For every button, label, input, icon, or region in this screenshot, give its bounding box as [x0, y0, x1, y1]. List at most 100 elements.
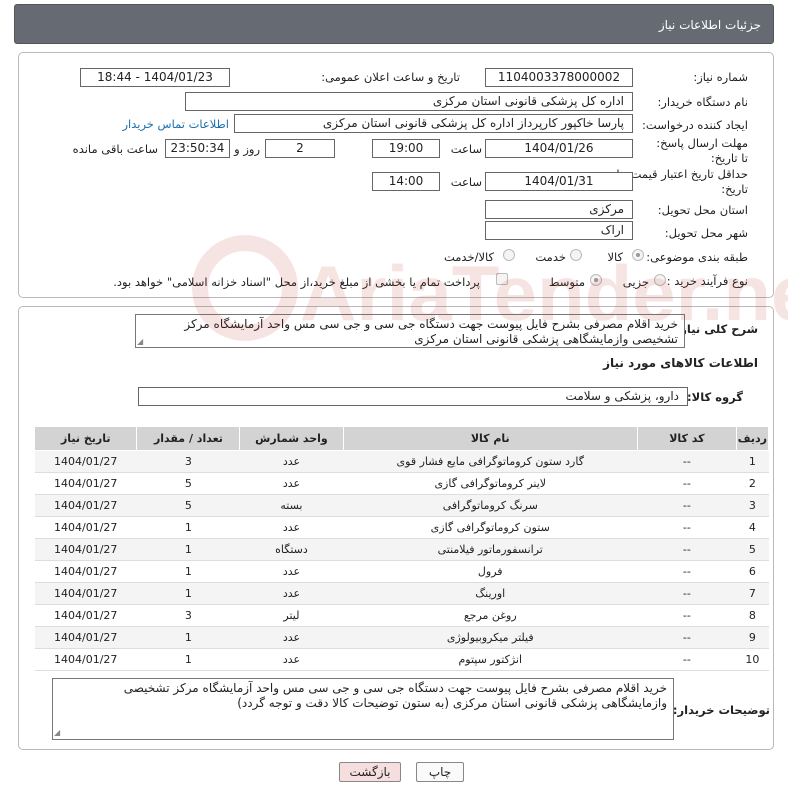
cell-quantity: 1: [136, 582, 240, 605]
cell-unit: عدد: [239, 560, 344, 583]
deadline-date-field: 1404/01/26: [485, 139, 633, 158]
cell-unit: عدد: [239, 582, 344, 605]
category-radio-service[interactable]: [570, 249, 582, 261]
need-number-label: شماره نیاز:: [693, 70, 748, 84]
treasury-payment-checkbox[interactable]: [496, 273, 508, 285]
cell-item-code: --: [637, 516, 737, 539]
cell-item-code: --: [637, 626, 737, 649]
cell-quantity: 1: [136, 538, 240, 561]
cell-row-number: 4: [736, 516, 769, 539]
table-row[interactable]: 6 -- فرول عدد 1 1404/01/27: [34, 560, 769, 583]
cell-unit: عدد: [239, 648, 344, 671]
table-row[interactable]: 7 -- اورینگ عدد 1 1404/01/27: [34, 582, 769, 605]
cell-unit: بسته: [239, 494, 344, 517]
goods-section-title: اطلاعات کالاهای مورد نیاز: [603, 356, 758, 370]
category-radio-goods-service[interactable]: [503, 249, 515, 261]
cell-item-code: --: [637, 604, 737, 627]
buyer-org-label: نام دستگاه خریدار:: [657, 95, 748, 109]
remaining-days-field: 2: [265, 139, 335, 158]
table-row[interactable]: 3 -- سرنگ کروماتوگرافی بسته 5 1404/01/27: [34, 494, 769, 517]
cell-item-code: --: [637, 582, 737, 605]
buyer-contact-link[interactable]: اطلاعات تماس خریدار: [122, 117, 229, 131]
cell-need-date: 1404/01/27: [34, 450, 137, 473]
cell-quantity: 3: [136, 604, 240, 627]
treasury-payment-note: پرداخت تمام یا بخشی از مبلغ خرید،از محل …: [113, 275, 480, 289]
goods-group-label: گروه کالا:: [687, 390, 743, 404]
goods-group-field: دارو، پزشکی و سلامت: [138, 387, 688, 406]
cell-item-name: سرنگ کروماتوگرافی: [343, 494, 638, 517]
cell-need-date: 1404/01/27: [34, 538, 137, 561]
cell-row-number: 9: [736, 626, 769, 649]
cell-need-date: 1404/01/27: [34, 582, 137, 605]
page-title: جزئیات اطلاعات نیاز: [14, 4, 774, 44]
column-row-number: ردیف: [735, 426, 770, 451]
buyer-notes-textarea[interactable]: خرید اقلام مصرفی بشرح فایل پیوست جهت دست…: [52, 678, 674, 740]
cell-unit: لیتر: [239, 604, 344, 627]
category-radio-goods[interactable]: [632, 249, 644, 261]
delivery-city-label: شهر محل تحویل:: [664, 226, 748, 240]
cell-item-name: فرول: [343, 560, 638, 583]
deadline-time-field: 19:00: [372, 139, 440, 158]
process-option-minor: جزیی: [622, 275, 649, 289]
cell-item-name: ترانسفورماتور فیلامنتی: [343, 538, 638, 561]
table-row[interactable]: 9 -- فیلتر میکروبیولوژی عدد 1 1404/01/27: [34, 626, 769, 649]
cell-row-number: 1: [736, 450, 769, 473]
deadline-time-label: ساعت: [450, 142, 482, 156]
cell-item-code: --: [637, 538, 737, 561]
notes-resize-grip-icon[interactable]: ◢: [54, 728, 60, 795]
column-item-name: نام کالا: [342, 426, 638, 451]
description-label: شرح کلی نیاز:: [675, 322, 758, 336]
table-row[interactable]: 10 -- انژکتور سپتوم عدد 1 1404/01/27: [34, 648, 769, 671]
category-option-service: خدمت: [535, 250, 566, 264]
table-row[interactable]: 4 -- ستون کروماتوگرافی گازی عدد 1 1404/01/27: [34, 516, 769, 539]
cell-need-date: 1404/01/27: [34, 494, 137, 517]
cell-need-date: 1404/01/27: [34, 648, 137, 671]
delivery-city-field: اراک: [485, 221, 633, 240]
announce-date-field: 1404/01/23 - 18:44: [80, 68, 230, 87]
cell-item-name: ستون کروماتوگرافی گازی: [343, 516, 638, 539]
cell-row-number: 7: [736, 582, 769, 605]
remaining-time-field: 23:50:34: [165, 139, 230, 158]
column-unit: واحد شمارش: [239, 426, 344, 451]
deadline-label: مهلت ارسال پاسخ: تا تاریخ:: [656, 136, 748, 165]
process-radio-medium[interactable]: [590, 274, 602, 286]
table-row[interactable]: 2 -- لاینر کروماتوگرافی گازی عدد 5 1404/01/27: [34, 472, 769, 495]
cell-quantity: 1: [136, 626, 240, 649]
column-quantity: تعداد / مقدار: [136, 426, 241, 451]
print-button[interactable]: چاپ: [416, 762, 464, 782]
back-button[interactable]: بازگشت: [339, 762, 401, 782]
category-option-goods-service: کالا/خدمت: [443, 250, 494, 264]
cell-row-number: 3: [736, 494, 769, 517]
goods-table: ردیف کد کالا نام کالا واحد شمارش تعداد /…: [33, 426, 770, 671]
table-row[interactable]: 1 -- گارد ستون کروماتوگرافی مایع فشار قوی ع…: [34, 450, 769, 473]
cell-item-name: گارد ستون کروماتوگرافی مایع فشار قوی: [343, 450, 638, 473]
cell-item-name: انژکتور سپتوم: [343, 648, 638, 671]
table-row[interactable]: 5 -- ترانسفورماتور فیلامنتی دستگاه 1 1404/01/…: [34, 538, 769, 561]
category-option-goods: کالا: [607, 250, 623, 264]
need-description-textarea[interactable]: خرید اقلام مصرفی بشرح فایل پیوست جهت دست…: [135, 314, 685, 348]
cell-unit: عدد: [239, 516, 344, 539]
goods-table-header: ردیف کد کالا نام کالا واحد شمارش تعداد /…: [33, 426, 770, 451]
process-option-medium: متوسط: [548, 275, 585, 289]
cell-need-date: 1404/01/27: [34, 604, 137, 627]
cell-item-name: روغن مرجع: [343, 604, 638, 627]
requester-label: ایجاد کننده درخواست:: [642, 118, 748, 132]
cell-item-code: --: [637, 560, 737, 583]
process-radio-minor[interactable]: [654, 274, 666, 286]
cell-item-name: فیلتر میکروبیولوژی: [343, 626, 638, 649]
cell-quantity: 1: [136, 516, 240, 539]
purchase-process-label: نوع فرآیند خرید :: [666, 274, 748, 288]
validity-time-label: ساعت: [450, 175, 482, 189]
column-need-date: تاریخ نیاز: [33, 426, 138, 451]
cell-row-number: 2: [736, 472, 769, 495]
cell-row-number: 6: [736, 560, 769, 583]
cell-quantity: 5: [136, 494, 240, 517]
need-number-field: 1104003378000002: [485, 68, 633, 87]
cell-quantity: 1: [136, 560, 240, 583]
cell-quantity: 3: [136, 450, 240, 473]
cell-row-number: 5: [736, 538, 769, 561]
delivery-province-label: استان محل تحویل:: [657, 203, 748, 217]
table-row[interactable]: 8 -- روغن مرجع لیتر 3 1404/01/27: [34, 604, 769, 627]
column-item-code: کد کالا: [636, 426, 737, 451]
requester-field: پارسا خاکپور کارپرداز اداره کل پزشکی قان…: [234, 114, 633, 133]
